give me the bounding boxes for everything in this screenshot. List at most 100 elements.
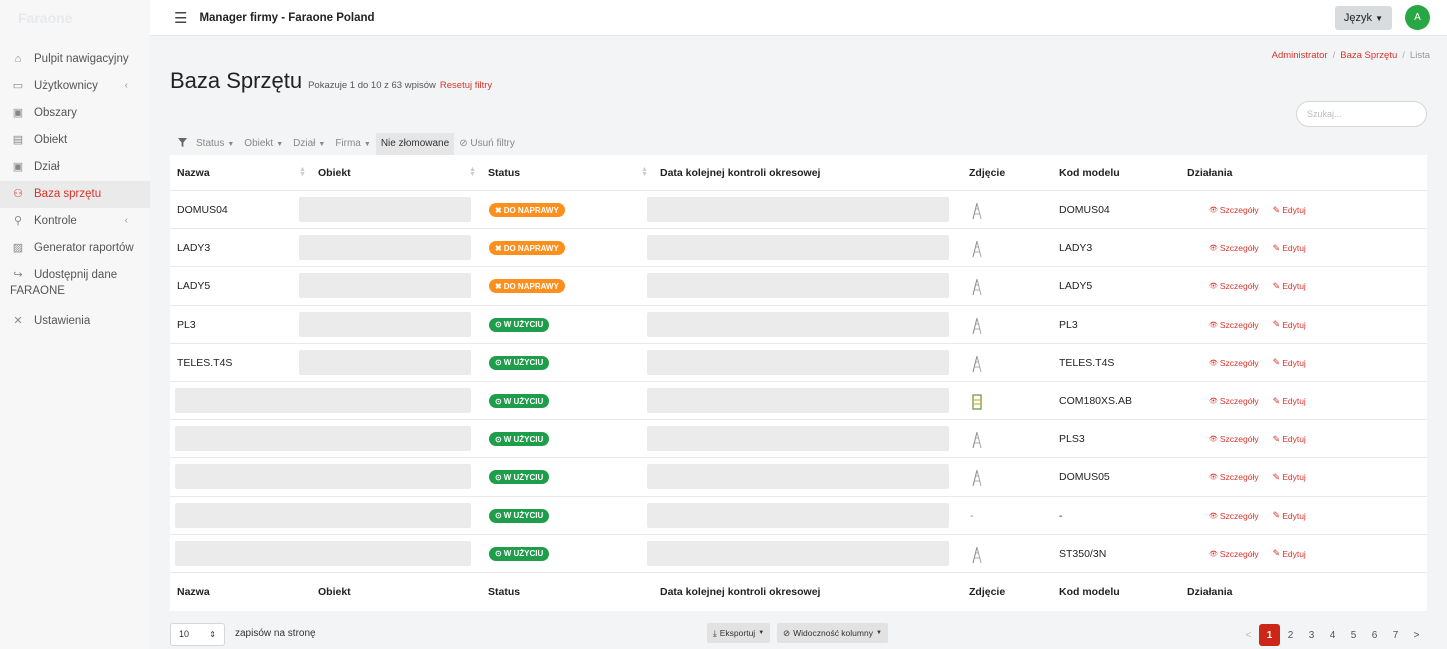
status-badge-label: W UŻYCIU bbox=[503, 434, 544, 444]
reset-filters-link[interactable]: Resetuj filtry bbox=[440, 80, 492, 91]
row-photo[interactable] bbox=[970, 229, 984, 267]
page-title: Baza Sprzętu bbox=[170, 68, 303, 93]
row-model: PLS3 bbox=[1059, 433, 1085, 446]
status-badge: ⊙ W UŻYCIU bbox=[489, 508, 550, 523]
sidebar-item-share[interactable]: ↪ Udostępnij dane FARAONE bbox=[0, 262, 150, 308]
details-link[interactable]: 👁 Szczegóły bbox=[1209, 320, 1259, 330]
row-name[interactable]: DOMUS04 bbox=[177, 191, 228, 229]
column-header-status[interactable]: Status bbox=[488, 155, 520, 190]
row-photo[interactable]: - bbox=[970, 497, 974, 535]
column-header-object[interactable]: Obiekt bbox=[318, 155, 351, 190]
pagination-next[interactable]: > bbox=[1406, 624, 1427, 646]
not-scrapped-filter[interactable]: Nie złomowane bbox=[375, 133, 455, 155]
row-photo[interactable] bbox=[970, 458, 984, 496]
pagination-page[interactable]: 6 bbox=[1364, 624, 1385, 646]
row-name[interactable]: LADY5 bbox=[177, 267, 210, 305]
object-filter[interactable]: Obiekt ▼ bbox=[239, 133, 288, 155]
row-photo[interactable] bbox=[970, 344, 984, 382]
sidebar-item-tools[interactable]: ✕ Ustawienia bbox=[0, 308, 150, 335]
edit-link[interactable]: ✎ Edytuj bbox=[1273, 357, 1306, 368]
row-photo[interactable] bbox=[970, 382, 984, 420]
language-dropdown[interactable]: Język ▼ bbox=[1334, 6, 1392, 30]
details-link[interactable]: 👁 Szczegóły bbox=[1209, 281, 1259, 291]
pagination-page[interactable]: 1 bbox=[1259, 624, 1280, 646]
column-header-model[interactable]: Kod modelu bbox=[1059, 155, 1120, 190]
edit-link[interactable]: ✎ Edytuj bbox=[1273, 319, 1306, 330]
avatar[interactable]: A bbox=[1405, 5, 1430, 30]
column-visibility-button[interactable]: ⊘ Widoczność kolumny ▼ bbox=[777, 623, 888, 643]
pagination-page[interactable]: 7 bbox=[1385, 624, 1406, 646]
edit-link[interactable]: ✎ Edytuj bbox=[1273, 396, 1306, 407]
edit-label: Edytuj bbox=[1282, 510, 1306, 521]
details-link[interactable]: 👁 Szczegóły bbox=[1209, 511, 1259, 521]
table-header: Nazwa ▲ ▼ Obiekt ▲ ▼ Status ▲ ▼ Data kolejn… bbox=[170, 155, 1427, 190]
chevron-left-icon: ‹ bbox=[124, 215, 128, 226]
row-photo[interactable] bbox=[970, 306, 984, 344]
row-photo[interactable] bbox=[970, 420, 984, 458]
sidebar-item-areas[interactable]: ▣ Obszary bbox=[0, 100, 150, 127]
edit-link[interactable]: ✎ Edytuj bbox=[1273, 205, 1306, 216]
pagination-page[interactable]: 2 bbox=[1280, 624, 1301, 646]
details-link[interactable]: 👁 Szczegóły bbox=[1209, 549, 1259, 559]
sidebar-item-wrench[interactable]: ⚲ Kontrole ‹ bbox=[0, 208, 150, 235]
pagination-page[interactable]: 4 bbox=[1322, 624, 1343, 646]
sort-icon[interactable]: ▲ ▼ bbox=[299, 166, 306, 178]
sidebar-item-department[interactable]: ▣ Dział bbox=[0, 154, 150, 181]
department-filter[interactable]: Dział ▼ bbox=[288, 133, 330, 155]
edit-link[interactable]: ✎ Edytuj bbox=[1273, 281, 1306, 292]
per-page-select[interactable]: 10 ⇕ bbox=[170, 623, 225, 646]
edit-link[interactable]: ✎ Edytuj bbox=[1273, 472, 1306, 483]
details-link[interactable]: 👁 Szczegóły bbox=[1209, 243, 1259, 253]
row-photo[interactable] bbox=[970, 267, 984, 305]
breadcrumb-administrator[interactable]: Administrator bbox=[1272, 50, 1328, 61]
status-filter[interactable]: Status ▼ bbox=[191, 133, 239, 155]
sidebar-item-report[interactable]: ▨ Generator raportów bbox=[0, 235, 150, 262]
sidebar-item-object[interactable]: ▤ Obiekt bbox=[0, 127, 150, 154]
column-header-name[interactable]: Nazwa bbox=[177, 155, 210, 190]
row-photo[interactable] bbox=[970, 535, 984, 573]
row-actions: 👁 Szczegóły ✎ Edytuj bbox=[1209, 306, 1306, 344]
sidebar-item-label: Kontrole bbox=[34, 215, 77, 227]
row-photo[interactable] bbox=[970, 191, 984, 229]
breadcrumb-equipment[interactable]: Baza Sprzętu bbox=[1340, 50, 1397, 61]
edit-link[interactable]: ✎ Edytuj bbox=[1273, 434, 1306, 445]
clear-filters-button[interactable]: ⊘ Usuń filtry bbox=[454, 133, 520, 155]
details-label: Szczegóły bbox=[1219, 434, 1259, 445]
edit-link[interactable]: ✎ Edytuj bbox=[1273, 548, 1306, 559]
check-circle-icon: ⊙ bbox=[495, 396, 502, 406]
pagination-page[interactable]: 3 bbox=[1301, 624, 1322, 646]
row-name[interactable]: PL3 bbox=[177, 306, 196, 344]
export-button[interactable]: ⤓ Eksportuj ▼ bbox=[707, 623, 771, 643]
sort-icon[interactable]: ▲ ▼ bbox=[469, 166, 476, 178]
check-circle-icon: ⊙ bbox=[495, 320, 502, 330]
sidebar-item-label: Ustawienia bbox=[34, 315, 91, 327]
sort-icon[interactable]: ▲ ▼ bbox=[641, 166, 648, 178]
redacted-name-object bbox=[175, 502, 471, 528]
details-link[interactable]: 👁 Szczegóły bbox=[1209, 434, 1259, 444]
redacted-next-check-date bbox=[647, 464, 949, 490]
sidebar-item-label-wrap: Dział bbox=[34, 159, 60, 175]
hamburger-menu-icon[interactable]: ☰ bbox=[174, 9, 187, 27]
details-link[interactable]: 👁 Szczegóły bbox=[1209, 472, 1259, 482]
pagination-page[interactable]: 5 bbox=[1343, 624, 1364, 646]
details-link[interactable]: 👁 Szczegóły bbox=[1209, 205, 1259, 215]
chevron-down-icon: ▼ bbox=[227, 141, 235, 148]
sidebar-item-equipment[interactable]: ⚇ Baza sprzętu bbox=[0, 181, 150, 208]
company-filter[interactable]: Firma ▼ bbox=[330, 133, 376, 155]
sidebar-item-home[interactable]: ⌂ Pulpit nawigacyjny bbox=[0, 46, 150, 73]
row-name[interactable]: LADY3 bbox=[177, 229, 210, 267]
pagination-prev[interactable]: < bbox=[1238, 624, 1259, 646]
column-header-next-check[interactable]: Data kolejnej kontroli okresowej bbox=[660, 155, 820, 190]
status-badge-label: DO NAPRAWY bbox=[503, 243, 559, 253]
status-badge-label: W UŻYCIU bbox=[503, 358, 544, 368]
details-link[interactable]: 👁 Szczegóły bbox=[1209, 358, 1259, 368]
row-name[interactable]: TELES.T4S bbox=[177, 344, 232, 382]
details-link[interactable]: 👁 Szczegóły bbox=[1209, 396, 1259, 406]
sidebar-item-users[interactable]: ▭ Użytkownicy ‹ bbox=[0, 73, 150, 100]
edit-link[interactable]: ✎ Edytuj bbox=[1273, 510, 1306, 521]
edit-link[interactable]: ✎ Edytuj bbox=[1273, 243, 1306, 254]
status-badge: ⊙ W UŻYCIU bbox=[489, 432, 550, 447]
search-input[interactable] bbox=[1296, 101, 1427, 127]
chevron-left-icon: ‹ bbox=[124, 80, 128, 91]
table-row: ⊙ W UŻYCIU PLS3 👁 Szczegóły ✎ Edytuj bbox=[170, 419, 1427, 458]
